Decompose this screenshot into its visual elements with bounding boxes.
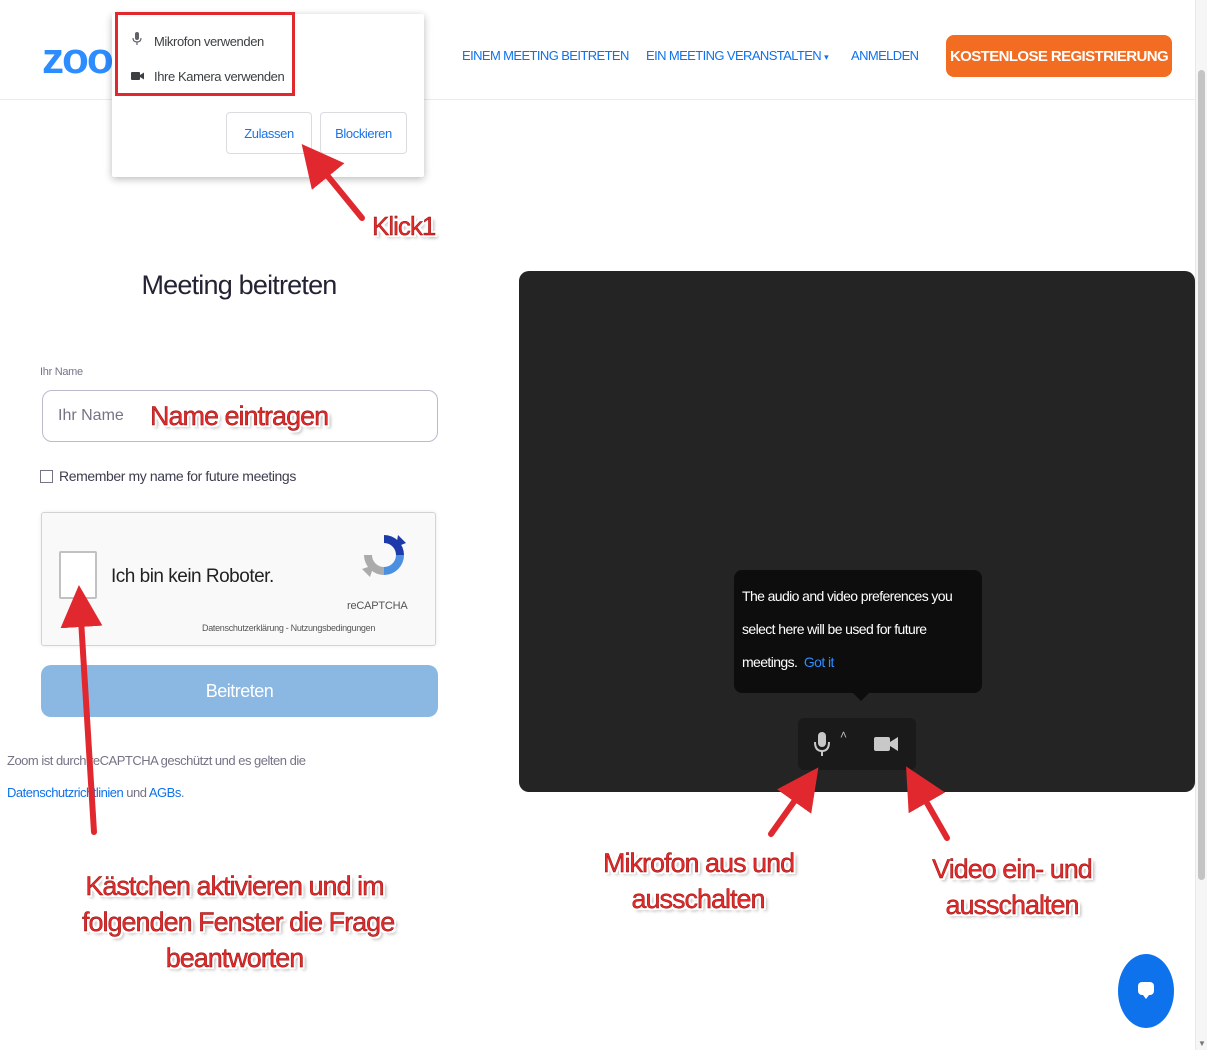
legal-period: .: [180, 785, 185, 800]
scroll-thumb[interactable]: [1198, 70, 1205, 880]
allow-button[interactable]: Zulassen: [226, 112, 312, 154]
annotation-checkbox: Kästchen aktivieren und im folgenden Fen…: [82, 868, 396, 976]
microphone-icon: [130, 32, 144, 49]
tooltip-tail: [852, 692, 870, 701]
remember-name-label: Remember my name for future meetings: [59, 468, 296, 484]
nav-join-meeting[interactable]: EINEM MEETING BEITRETEN: [462, 48, 629, 63]
zoom-logo[interactable]: zoo: [42, 34, 114, 84]
annotation-video: Video ein- und ausschalten: [932, 851, 1093, 923]
name-field-label: Ihr Name: [40, 366, 83, 378]
annotation-video-line-2: ausschalten: [945, 890, 1080, 920]
nav-host-meeting[interactable]: EIN MEETING VERANSTALTEN ▾: [646, 48, 829, 63]
tooltip-line-3-text: meetings.: [742, 654, 798, 670]
page-scrollbar[interactable]: ▼: [1195, 0, 1207, 1050]
nav-host-label: EIN MEETING VERANSTALTEN: [646, 48, 822, 63]
permission-mic-label: Mikrofon verwenden: [154, 34, 264, 49]
signup-button[interactable]: KOSTENLOSE REGISTRIERUNG: [946, 35, 1172, 77]
legal-text: Zoom ist durch reCAPTCHA geschützt und e…: [7, 753, 306, 768]
microphone-icon: [814, 732, 830, 756]
recaptcha-widget: Ich bin kein Roboter. reCAPTCHA Datensch…: [41, 512, 436, 646]
recaptcha-links[interactable]: Datenschutzerklärung - Nutzungsbedingung…: [202, 623, 375, 633]
captcha-label: Ich bin kein Roboter.: [111, 566, 274, 587]
audio-options-caret[interactable]: ˄: [840, 728, 847, 742]
tooltip-line-1: The audio and video preferences you: [742, 588, 953, 604]
checkbox-icon[interactable]: [40, 470, 53, 483]
recaptcha-logo-icon: [362, 535, 406, 577]
video-toggle-button[interactable]: [870, 728, 902, 760]
chat-support-button[interactable]: [1118, 954, 1174, 1028]
mic-toggle-button[interactable]: [806, 728, 838, 760]
terms-link[interactable]: AGBs: [149, 785, 181, 800]
annotation-click1: Klick1: [372, 211, 437, 241]
legal-and: und: [123, 785, 149, 800]
annotation-mic: Mikrofon aus und ausschalten: [603, 845, 796, 917]
annotation-checkbox-line-3: beantworten: [165, 943, 304, 973]
permission-mic: Mikrofon verwenden: [130, 32, 264, 49]
block-button[interactable]: Blockieren: [320, 112, 407, 154]
tooltip-line-2: select here will be used for future: [742, 621, 927, 637]
permission-popup: Mikrofon verwenden Ihre Kamera verwenden…: [112, 12, 424, 177]
legal-notice: Zoom ist durch reCAPTCHA geschützt und e…: [7, 745, 306, 809]
av-controls: ˄: [798, 718, 916, 770]
camera-icon: [130, 69, 144, 84]
tooltip-line-3: meetings. Got it: [742, 646, 982, 679]
captcha-checkbox[interactable]: [59, 551, 97, 599]
chat-bubble-icon: [1138, 981, 1154, 999]
recaptcha-brand: reCAPTCHA: [347, 600, 408, 612]
preferences-tooltip: The audio and video preferences you sele…: [734, 570, 982, 693]
annotation-checkbox-line-1: Kästchen aktivieren und im: [85, 871, 385, 901]
annotation-mic-line-1: Mikrofon aus und: [603, 848, 796, 878]
remember-name-checkbox[interactable]: Remember my name for future meetings: [40, 468, 296, 484]
annotation-video-line-1: Video ein- und: [932, 854, 1093, 884]
video-camera-icon: [874, 737, 898, 751]
video-preview: The audio and video preferences you sele…: [519, 271, 1195, 792]
chevron-down-icon: ▾: [824, 52, 829, 62]
permission-camera-label: Ihre Kamera verwenden: [154, 69, 285, 84]
annotation-mic-line-2: ausschalten: [631, 884, 766, 914]
got-it-link[interactable]: Got it: [804, 654, 834, 670]
scroll-down-icon[interactable]: ▼: [1198, 1039, 1206, 1048]
permission-camera: Ihre Kamera verwenden: [130, 69, 285, 84]
join-button[interactable]: Beitreten: [41, 665, 438, 717]
nav-sign-in[interactable]: ANMELDEN: [851, 48, 919, 63]
page-title: Meeting beitreten: [141, 270, 337, 300]
annotation-checkbox-line-2: folgenden Fenster die Frage: [82, 907, 396, 937]
annotation-name: Name eintragen: [150, 401, 330, 431]
privacy-link[interactable]: Datenschutzrichtlinien: [7, 785, 124, 800]
